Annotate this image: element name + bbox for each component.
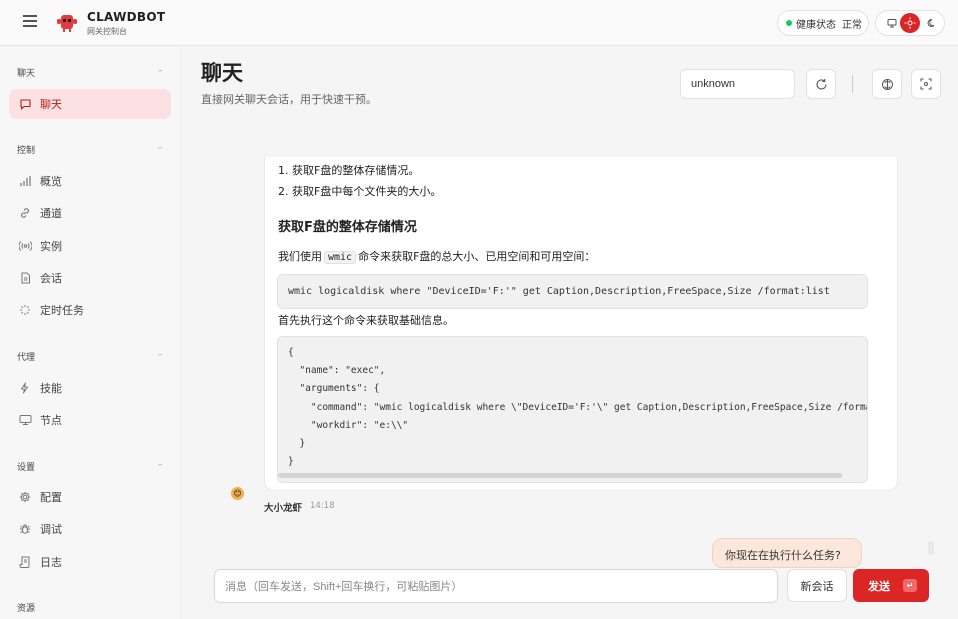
zap-icon [18, 381, 32, 395]
health-label: 健康状态 [796, 19, 836, 31]
sidebar-item-label: 日志 [40, 556, 62, 569]
sidebar-item-label: 配置 [40, 491, 62, 504]
file-icon [18, 271, 32, 285]
horizontal-scrollbar[interactable] [278, 473, 842, 478]
monitor-icon[interactable] [882, 13, 902, 33]
brand-name: CLAWDBOT [87, 10, 166, 24]
scroll-icon [18, 555, 32, 569]
send-button[interactable]: 发送 ↵ [853, 569, 929, 602]
sidebar-item-label: 会话 [40, 272, 62, 285]
page-subtitle: 直接网关聊天会话，用于快速干预。 [201, 93, 377, 106]
sidebar-item-label: 实例 [40, 240, 62, 253]
assistant-avatar: 😊 [231, 487, 244, 500]
sidebar-section-settings[interactable]: 设置 [17, 460, 35, 473]
sidebar-item-label: 概览 [40, 175, 62, 188]
lobster-logo-icon [57, 15, 77, 32]
refresh-button[interactable] [806, 69, 836, 99]
collapse-icon[interactable]: – [158, 350, 163, 360]
link-icon [18, 206, 32, 220]
sidebar-item-logs[interactable]: 日志 [9, 547, 171, 577]
inline-code: wmic [324, 251, 357, 264]
code-block: { "name": "exec", "arguments": { "comman… [277, 336, 868, 483]
message-paragraph: 我们使用 wmic 命令来获取F盘的总大小、已用空间和可用空间： [278, 250, 596, 264]
sidebar-item-label: 通道 [40, 207, 62, 220]
bug-icon [18, 522, 32, 536]
bar-chart-icon [18, 174, 32, 188]
user-message: 你现在在执行什么任务? [712, 538, 862, 568]
chat-bubble-icon [18, 97, 32, 111]
sidebar-item-channels[interactable]: 通道 [9, 198, 171, 228]
message-paragraph: 首先执行这个命令来获取基础信息。 [278, 314, 454, 327]
sidebar-item-overview[interactable]: 概览 [9, 166, 171, 196]
theme-switcher [875, 10, 945, 36]
list-item: 1. 获取F盘的整体存储情况。 [278, 164, 420, 177]
code-content: { "name": "exec", "arguments": { "comman… [288, 347, 867, 468]
assistant-message: 1. 获取F盘的整体存储情况。 2. 获取F盘中每个文件夹的大小。 获取F盘的整… [264, 157, 898, 491]
top-bar: CLAWDBOT 网关控制台 健康状态 正常 [0, 0, 958, 46]
sidebar-item-label: 定时任务 [40, 304, 84, 317]
sidebar-item-chat[interactable]: 聊天 [9, 89, 171, 119]
page-title: 聊天 [201, 61, 243, 85]
send-label: 发送 [868, 579, 890, 593]
focus-icon [920, 78, 932, 90]
health-status-badge: 健康状态 正常 [777, 10, 869, 36]
menu-icon[interactable] [23, 15, 37, 27]
sidebar-item-nodes[interactable]: 节点 [9, 405, 171, 435]
message-input[interactable] [214, 569, 778, 603]
sidebar-item-label: 调试 [40, 523, 62, 536]
sidebar-section-chat[interactable]: 聊天 [17, 66, 35, 79]
collapse-icon[interactable]: – [158, 460, 163, 470]
moon-icon[interactable] [922, 13, 942, 33]
message-timestamp: 14:18 [310, 501, 335, 511]
health-dot-icon [786, 20, 792, 26]
refresh-icon [815, 78, 827, 90]
sidebar-section-control[interactable]: 控制 [17, 143, 35, 156]
message-heading: 获取F盘的整体存储情况 [278, 220, 417, 235]
scroll-indicator[interactable] [928, 541, 934, 555]
sun-icon[interactable] [900, 13, 920, 33]
sidebar-item-sessions[interactable]: 会话 [9, 263, 171, 293]
thinking-toggle-button[interactable] [872, 69, 902, 99]
sidebar-item-skills[interactable]: 技能 [9, 373, 171, 403]
enter-key-icon: ↵ [903, 579, 917, 592]
header-divider [852, 75, 853, 93]
sidebar-section-resources[interactable]: 资源 [17, 601, 35, 614]
sidebar-item-instances[interactable]: 实例 [9, 231, 171, 261]
focus-mode-button[interactable] [911, 69, 941, 99]
sidebar-item-label: 技能 [40, 382, 62, 395]
loader-icon [18, 303, 32, 317]
brand-subtitle: 网关控制台 [87, 27, 127, 36]
gear-icon [18, 490, 32, 504]
broadcast-icon [18, 239, 32, 253]
collapse-icon[interactable]: – [158, 143, 163, 153]
health-value: 正常 [842, 19, 862, 31]
session-key-input[interactable] [680, 69, 795, 99]
sidebar-item-debug[interactable]: 调试 [9, 514, 171, 544]
brain-icon [881, 78, 893, 90]
sidebar-item-cron[interactable]: 定时任务 [9, 295, 171, 325]
list-item: 2. 获取F盘中每个文件夹的大小。 [278, 185, 442, 198]
code-block: wmic logicaldisk where "DeviceID='F:'" g… [277, 274, 868, 309]
sender-name: 大小龙虾 [264, 503, 303, 514]
monitor-icon [18, 413, 32, 427]
sidebar-item-config[interactable]: 配置 [9, 482, 171, 512]
collapse-icon[interactable]: – [158, 66, 163, 76]
sidebar-item-label: 节点 [40, 414, 62, 427]
sidebar-section-agent[interactable]: 代理 [17, 350, 35, 363]
new-session-button[interactable]: 新会话 [787, 569, 847, 602]
sidebar-item-label: 聊天 [40, 98, 62, 111]
